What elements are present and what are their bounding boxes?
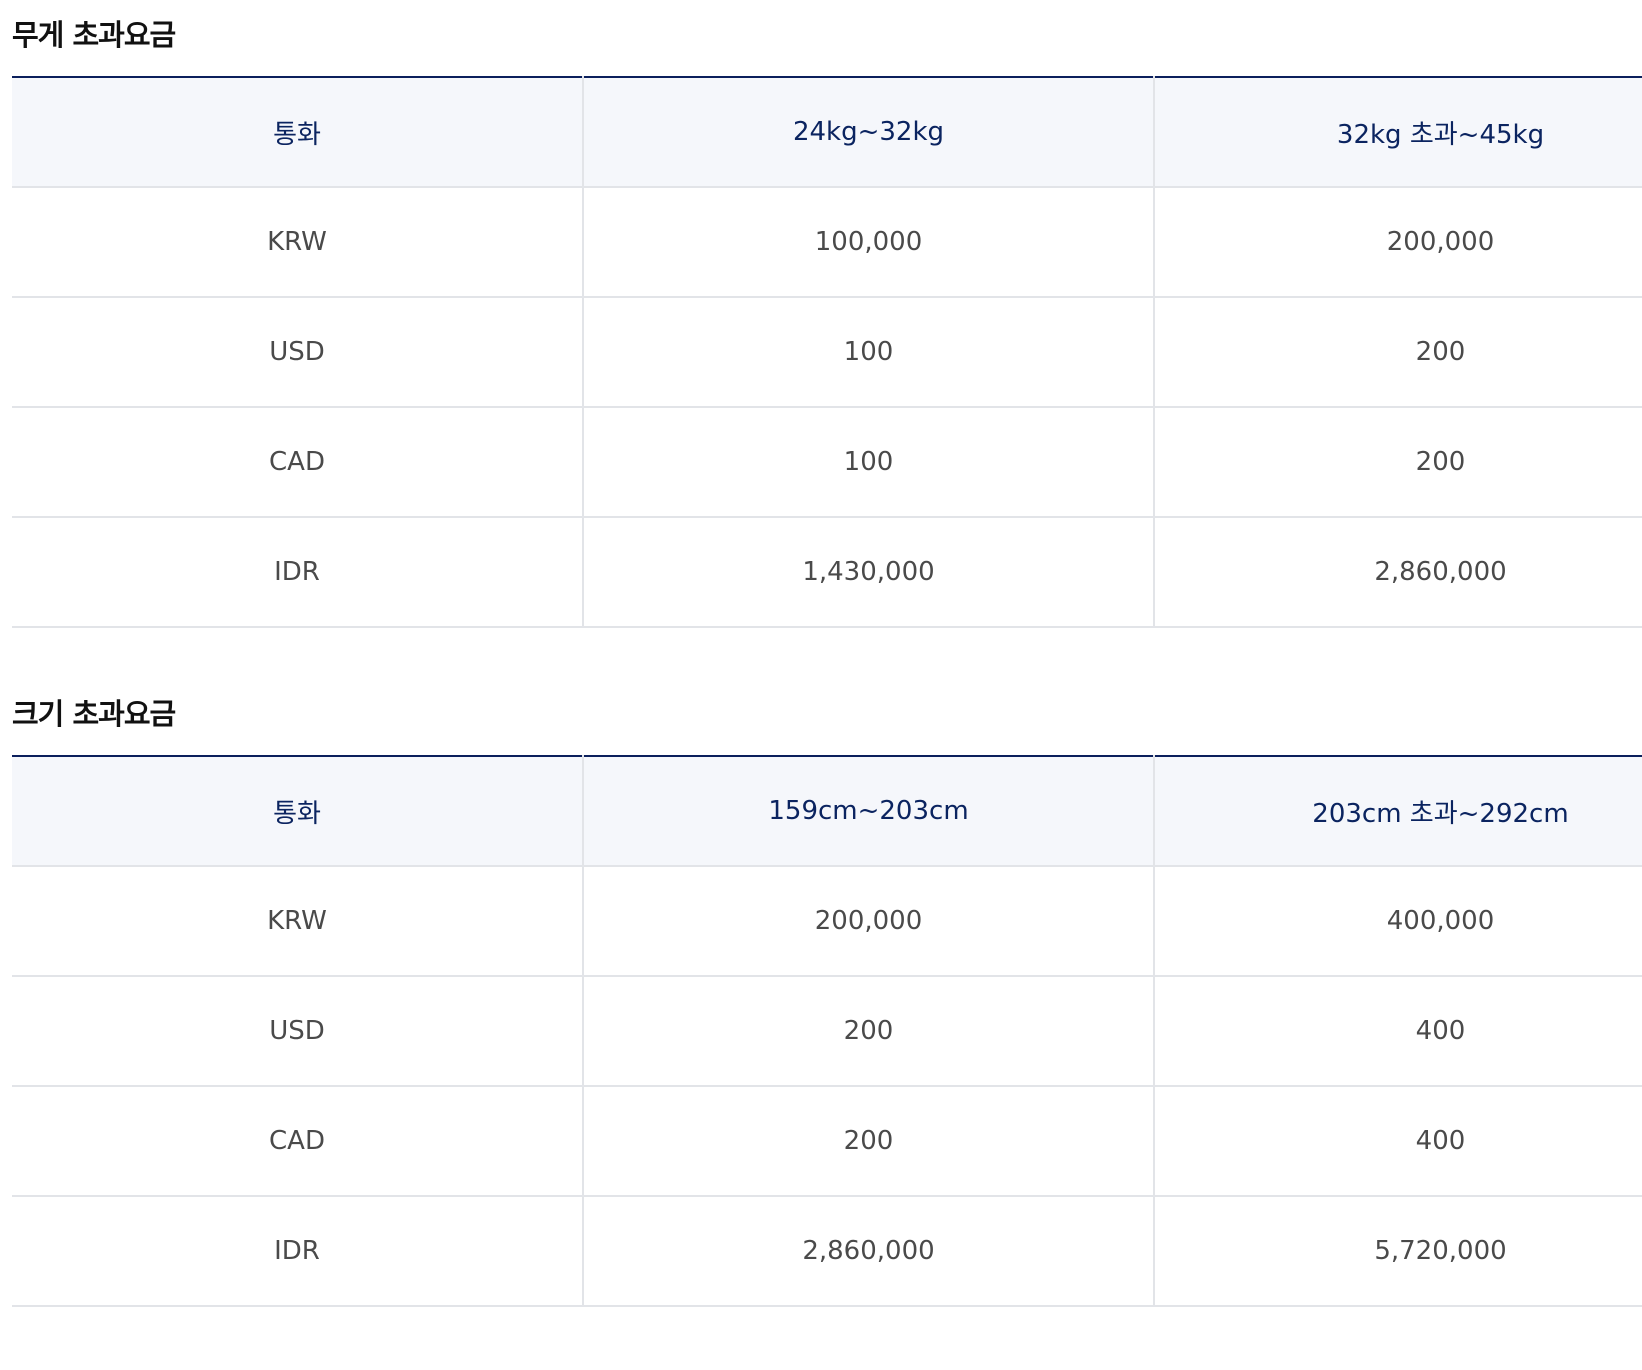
fee-cell: 1,430,000: [582, 517, 1154, 628]
fee-cell: 2,860,000: [1153, 517, 1642, 628]
weight-fee-title: 무게 초과요금: [12, 18, 176, 52]
weight-fee-section: 무게 초과요금 통화 24kg~32kg 32kg 초과~45kg KRW 10…: [12, 0, 1642, 628]
fee-cell: 200,000: [582, 866, 1154, 977]
fee-value: 200: [1415, 447, 1466, 477]
fee-cell: 100: [582, 297, 1154, 408]
fee-cell: 2,860,000: [582, 1196, 1154, 1307]
header-range-2-label: 203cm 초과~292cm: [1312, 798, 1569, 829]
header-currency: 통화: [12, 77, 583, 188]
size-fee-table: 통화 159cm~203cm 203cm 초과~292cm KRW 200,00…: [12, 755, 1642, 1307]
fee-value: 200,000: [1386, 227, 1495, 257]
currency-cell: USD: [12, 297, 583, 408]
fee-cell: 200: [1153, 297, 1642, 408]
header-range-2: 203cm 초과~292cm: [1153, 756, 1642, 867]
currency-cell: KRW: [12, 187, 583, 298]
currency-cell: IDR: [12, 1196, 583, 1307]
table-row: KRW 200,000 400,000: [12, 866, 1642, 977]
currency-cell: USD: [12, 976, 583, 1087]
fee-cell: 200: [1153, 407, 1642, 518]
header-range-2-label: 32kg 초과~45kg: [1336, 119, 1545, 150]
table-row: CAD 200 400: [12, 1086, 1642, 1197]
size-fee-title: 크기 초과요금: [12, 697, 176, 731]
header-range-2: 32kg 초과~45kg: [1153, 77, 1642, 188]
fee-cell: 100,000: [582, 187, 1154, 298]
table-header-row: 통화 159cm~203cm 203cm 초과~292cm: [12, 756, 1642, 867]
table-row: CAD 100 200: [12, 407, 1642, 518]
fee-cell: 400: [1153, 1086, 1642, 1197]
currency-cell: KRW: [12, 866, 583, 977]
table-row: IDR 1,430,000 2,860,000: [12, 517, 1642, 628]
fee-value: 2,860,000: [1374, 557, 1507, 587]
fee-cell: 200: [582, 1086, 1154, 1197]
table-row: USD 100 200: [12, 297, 1642, 408]
currency-cell: CAD: [12, 407, 583, 518]
header-range-1: 24kg~32kg: [582, 77, 1154, 188]
fee-value: 400: [1415, 1126, 1466, 1156]
fee-cell: 400,000: [1153, 866, 1642, 977]
header-range-1: 159cm~203cm: [582, 756, 1154, 867]
table-header-row: 통화 24kg~32kg 32kg 초과~45kg: [12, 77, 1642, 188]
size-fee-section: 크기 초과요금 통화 159cm~203cm 203cm 초과~292cm KR…: [12, 679, 1642, 1307]
fee-value: 400: [1415, 1016, 1466, 1046]
weight-fee-table: 통화 24kg~32kg 32kg 초과~45kg KRW 100,000 20…: [12, 76, 1642, 628]
currency-cell: CAD: [12, 1086, 583, 1197]
fee-cell: 5,720,000: [1153, 1196, 1642, 1307]
fee-value: 5,720,000: [1374, 1236, 1507, 1266]
fee-cell: 200: [582, 976, 1154, 1087]
fee-value: 400,000: [1386, 906, 1495, 936]
currency-cell: IDR: [12, 517, 583, 628]
table-row: KRW 100,000 200,000: [12, 187, 1642, 298]
fee-value: 200: [1415, 337, 1466, 367]
fee-cell: 100: [582, 407, 1154, 518]
fee-cell: 400: [1153, 976, 1642, 1087]
table-row: USD 200 400: [12, 976, 1642, 1087]
table-row: IDR 2,860,000 5,720,000: [12, 1196, 1642, 1307]
fee-cell: 200,000: [1153, 187, 1642, 298]
header-currency: 통화: [12, 756, 583, 867]
